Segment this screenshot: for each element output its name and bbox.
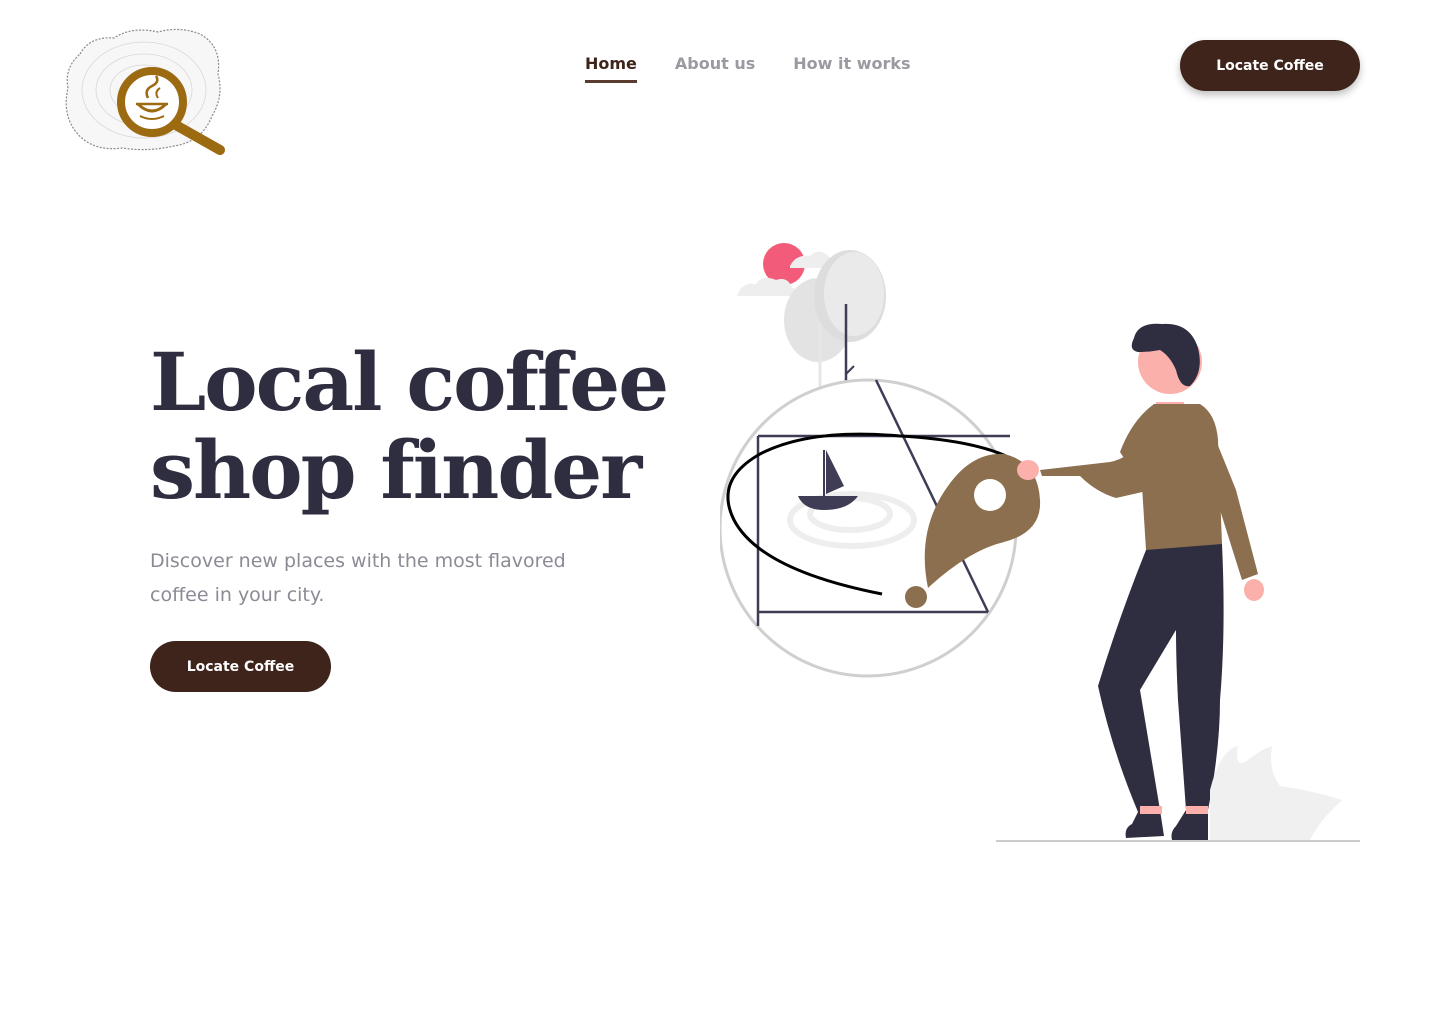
hero-subtitle: Discover new places with the most flavor… — [150, 550, 566, 606]
logo[interactable] — [62, 24, 228, 158]
logo-magnifier-coffee-icon — [65, 28, 225, 155]
hero-illustration — [718, 230, 1380, 850]
hero-locate-coffee-button[interactable]: Locate Coffee — [150, 641, 331, 692]
landing-page: Home About us How it works Locate Coffee… — [0, 0, 1440, 1024]
nav-about-us[interactable]: About us — [675, 54, 755, 83]
main-nav: Home About us How it works — [585, 54, 911, 83]
nav-how-it-works[interactable]: How it works — [793, 54, 910, 83]
nav-home[interactable]: Home — [585, 54, 637, 83]
hero-title: Local coffee shop finder — [150, 335, 669, 517]
header-locate-coffee-button[interactable]: Locate Coffee — [1180, 40, 1360, 91]
